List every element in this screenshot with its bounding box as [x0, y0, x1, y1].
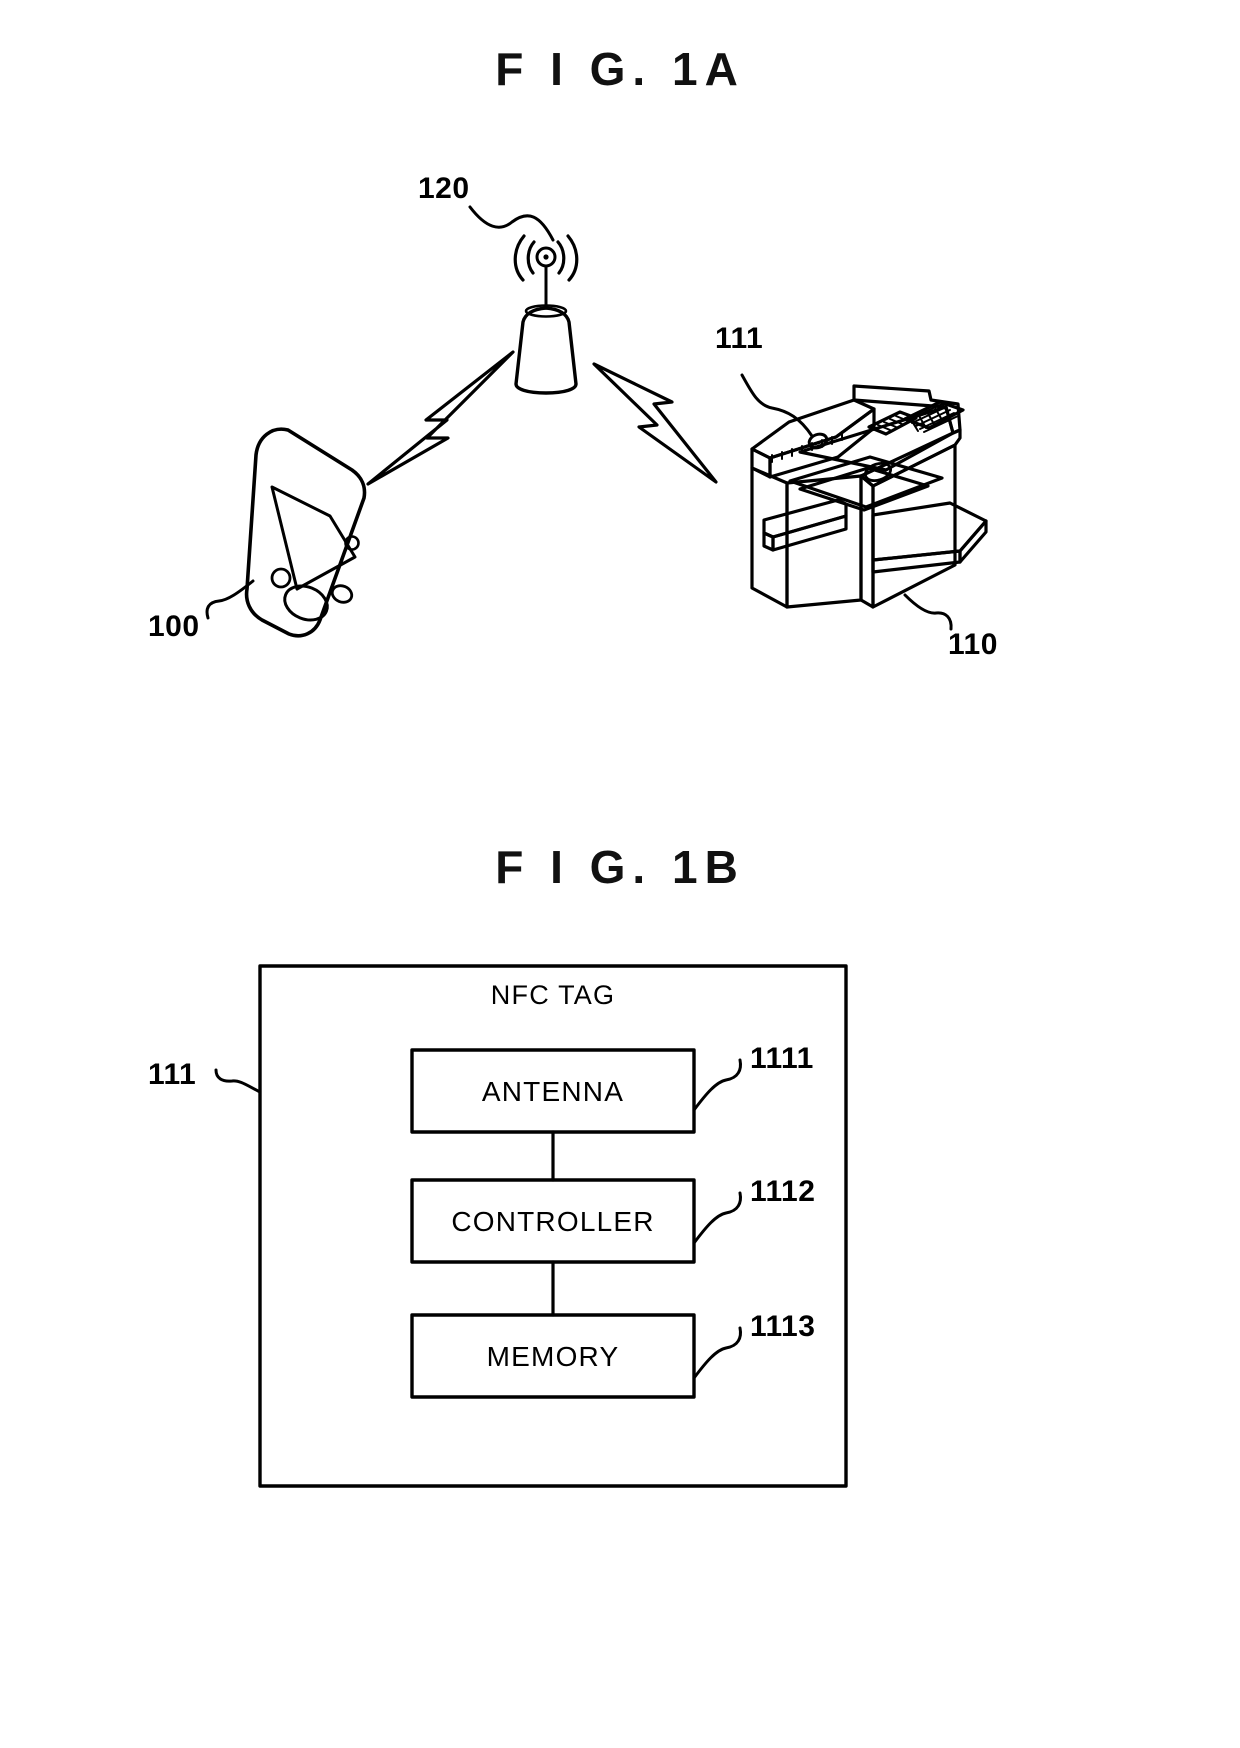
figure-1b-title: F I G. 1B	[495, 841, 745, 893]
lead-line-1112	[692, 1191, 742, 1245]
reference-number-1111: 1111	[750, 1042, 814, 1075]
reference-number-120: 120	[418, 172, 470, 205]
reference-number-111-fig1b: 111	[148, 1058, 197, 1091]
block-label-controller: CONTROLLER	[451, 1206, 655, 1237]
reference-number-111-fig1a: 111	[715, 322, 764, 355]
mobile-terminal-display	[272, 485, 356, 550]
printer-indicator	[863, 461, 893, 483]
figure-1a-title: F I G. 1A	[495, 43, 745, 95]
block-label-antenna: ANTENNA	[481, 1076, 625, 1107]
printer-keypad-icon	[907, 402, 959, 433]
lead-line-110	[903, 593, 953, 631]
reference-number-100: 100	[148, 610, 200, 643]
reference-number-1113: 1113	[750, 1310, 816, 1343]
lead-line-1113	[692, 1326, 742, 1380]
printer-lid-seam	[771, 432, 843, 463]
wireless-link-right-icon	[592, 362, 718, 484]
printer-control-panel-icon	[871, 415, 909, 434]
lead-line-1111	[692, 1058, 742, 1112]
lead-line-120	[468, 205, 555, 242]
patent-drawing-page: F I G. 1A 100 120 111 110 F I G. 1B NFC …	[0, 0, 1240, 1748]
access-point-radiation-icon	[513, 234, 579, 282]
mobile-terminal-main-key	[283, 584, 329, 622]
reference-number-1112: 1112	[750, 1175, 816, 1208]
block-label-memory: MEMORY	[486, 1341, 620, 1372]
printer-nfc-tag-marker	[807, 432, 829, 450]
nfc-tag-box-label: NFC TAG	[490, 980, 616, 1010]
mobile-terminal-side-key	[270, 567, 292, 589]
mobile-terminal-secondary-key	[330, 584, 354, 604]
printer-body	[750, 384, 988, 609]
access-point-body	[514, 306, 578, 395]
mobile-terminal-screen	[295, 519, 297, 521]
lead-line-111-fig1b	[214, 1068, 262, 1094]
mobile-terminal-body	[244, 427, 367, 638]
wireless-link-left-icon	[366, 350, 515, 486]
mobile-terminal-sensor	[344, 535, 360, 551]
access-point-collar	[524, 304, 568, 318]
access-point-top-node	[535, 246, 557, 268]
lead-line-100	[205, 579, 255, 620]
reference-number-110: 110	[948, 628, 998, 661]
lead-line-111-fig1a	[740, 373, 814, 438]
